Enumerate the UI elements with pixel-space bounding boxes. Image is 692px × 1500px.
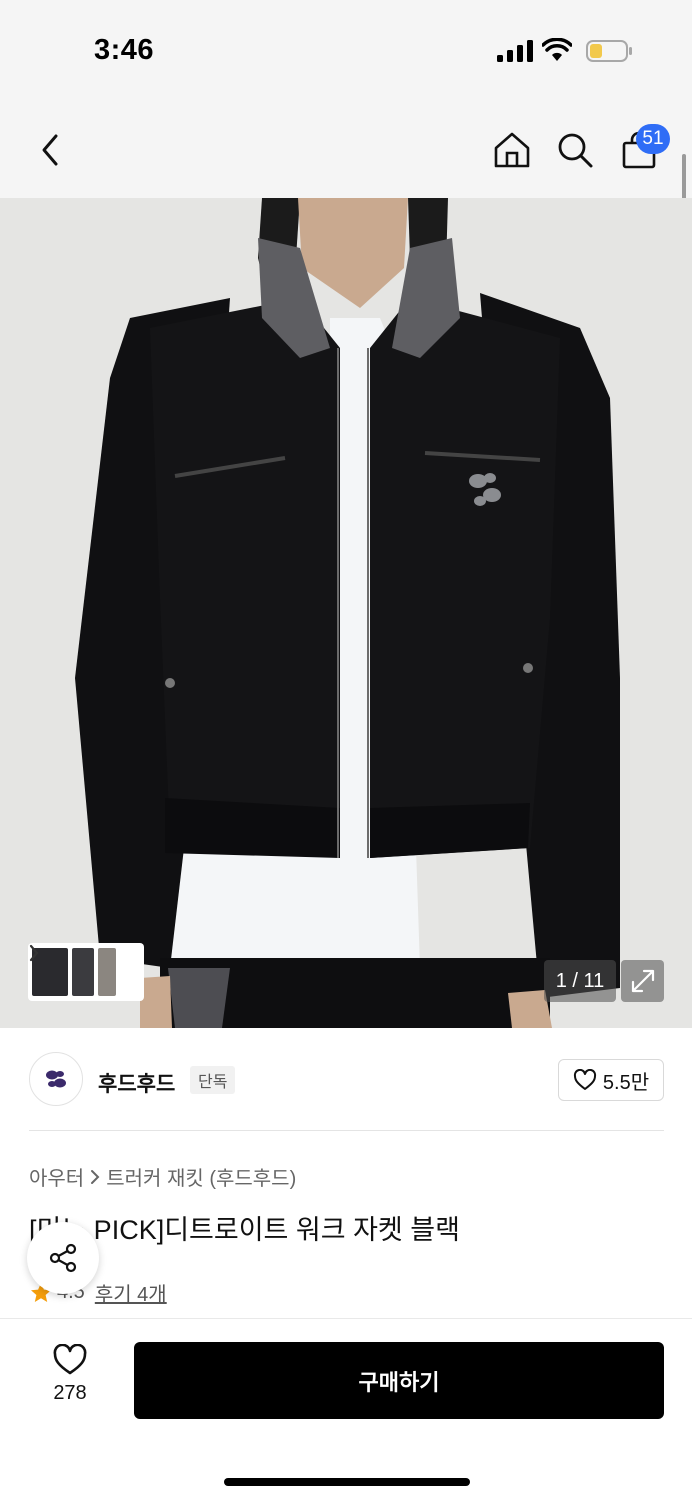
battery-icon: [586, 40, 632, 62]
home-indicator: [224, 1478, 470, 1486]
image-counter: 1 / 11: [544, 960, 616, 1002]
brand-like-count: 5.5만: [602, 1071, 650, 1094]
brand-logo-icon: [46, 1070, 66, 1088]
status-bar: 3:46: [0, 0, 692, 100]
expand-button[interactable]: [621, 960, 664, 1002]
breadcrumb: 아우터 트러커 재킷 (후드후드): [29, 1162, 296, 1191]
breadcrumb-item[interactable]: 트러커 재킷 (후드후드): [106, 1162, 296, 1191]
product-image-gallery[interactable]: [0, 198, 692, 1028]
brand-logo[interactable]: [29, 1052, 83, 1106]
back-icon[interactable]: [30, 130, 70, 170]
share-button[interactable]: [27, 1222, 99, 1294]
brand-like-button[interactable]: 5.5만: [558, 1059, 664, 1101]
wishlist-count: 278: [53, 1382, 87, 1404]
cellular-signal-icon: [497, 40, 533, 62]
heart-icon: [573, 1069, 596, 1090]
wishlist-button[interactable]: 278: [40, 1344, 100, 1405]
thumbnail-image[interactable]: [98, 948, 116, 996]
gallery-thumbnail-strip[interactable]: [28, 943, 144, 1001]
divider: [29, 1130, 664, 1131]
cart-count-badge: 51: [636, 124, 670, 154]
jacket-product-photo: [0, 198, 692, 1028]
home-icon[interactable]: [492, 130, 532, 170]
heart-icon: [53, 1344, 87, 1375]
chevron-right-icon: [91, 1169, 100, 1184]
share-icon: [49, 1243, 77, 1273]
search-icon[interactable]: [555, 130, 595, 170]
expand-icon: [631, 969, 654, 993]
exclusive-badge: 단독: [190, 1066, 236, 1094]
breadcrumb-item[interactable]: 아우터: [29, 1162, 84, 1191]
status-time: 3:46: [94, 34, 155, 66]
chevron-right-icon: [29, 944, 39, 962]
brand-name[interactable]: 후드후드: [98, 1068, 175, 1098]
top-navigation-bar: [0, 100, 692, 198]
reviews-link[interactable]: 후기 4개: [95, 1278, 167, 1307]
wifi-icon: [542, 38, 572, 61]
buy-button[interactable]: 구매하기: [134, 1342, 664, 1419]
thumbnail-image[interactable]: [72, 948, 94, 996]
